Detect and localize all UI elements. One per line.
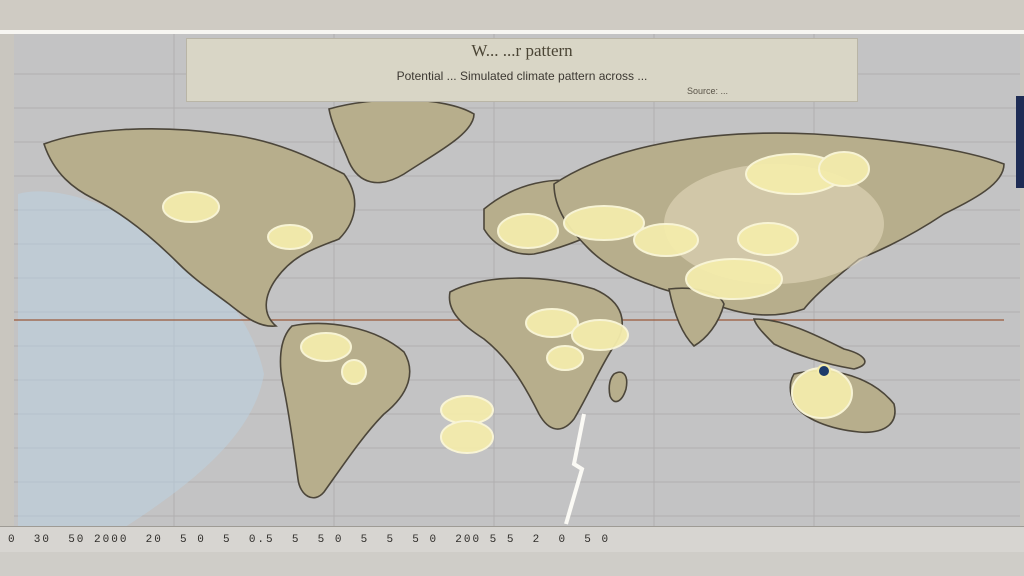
hotspot-south-america-center — [341, 359, 367, 385]
hotspot-europe-west — [497, 213, 559, 249]
hotspot-north-america-west — [162, 191, 220, 223]
hotspot-middle-east — [633, 223, 699, 257]
side-panel-edge — [1016, 96, 1024, 188]
madagascar — [608, 371, 628, 403]
greenland — [328, 98, 475, 184]
hotspot-south-asia — [685, 258, 783, 300]
hotspot-atlantic-south-1 — [440, 395, 494, 425]
world-map[interactable]: W... ...r pattern Potential ... Simulate… — [14, 34, 1020, 548]
hotspot-central-asia — [737, 222, 799, 256]
bottom-strip — [0, 552, 1024, 576]
map-title-box: W... ...r pattern Potential ... Simulate… — [186, 38, 858, 102]
lightning-streak — [564, 413, 586, 525]
hotspot-africa-center — [546, 345, 584, 371]
hotspot-north-america-east — [267, 224, 313, 250]
map-source: Source: ... — [687, 86, 729, 96]
hotspot-russia-2 — [818, 151, 870, 187]
southeast-asia — [752, 318, 866, 370]
hotspot-south-america-north — [300, 332, 352, 362]
hotspot-europe-central — [563, 205, 645, 241]
world-map-canvas — [14, 34, 1020, 548]
map-title: W... ...r pattern — [471, 41, 573, 60]
location-marker — [817, 364, 831, 378]
scale-bar: 0 30 50 2000 20 5 0 5 0.5 5 5 0 5 5 5 0 … — [0, 526, 1024, 553]
scale-labels: 0 30 50 2000 20 5 0 5 0.5 5 5 0 5 5 5 0 … — [8, 534, 611, 546]
top-strip — [0, 0, 1024, 34]
map-subtitle: Potential ... Simulated climate pattern … — [396, 69, 648, 83]
hotspot-atlantic-south-2 — [440, 420, 494, 454]
hotspot-africa-north — [525, 308, 579, 338]
hotspot-africa-west — [571, 319, 629, 351]
